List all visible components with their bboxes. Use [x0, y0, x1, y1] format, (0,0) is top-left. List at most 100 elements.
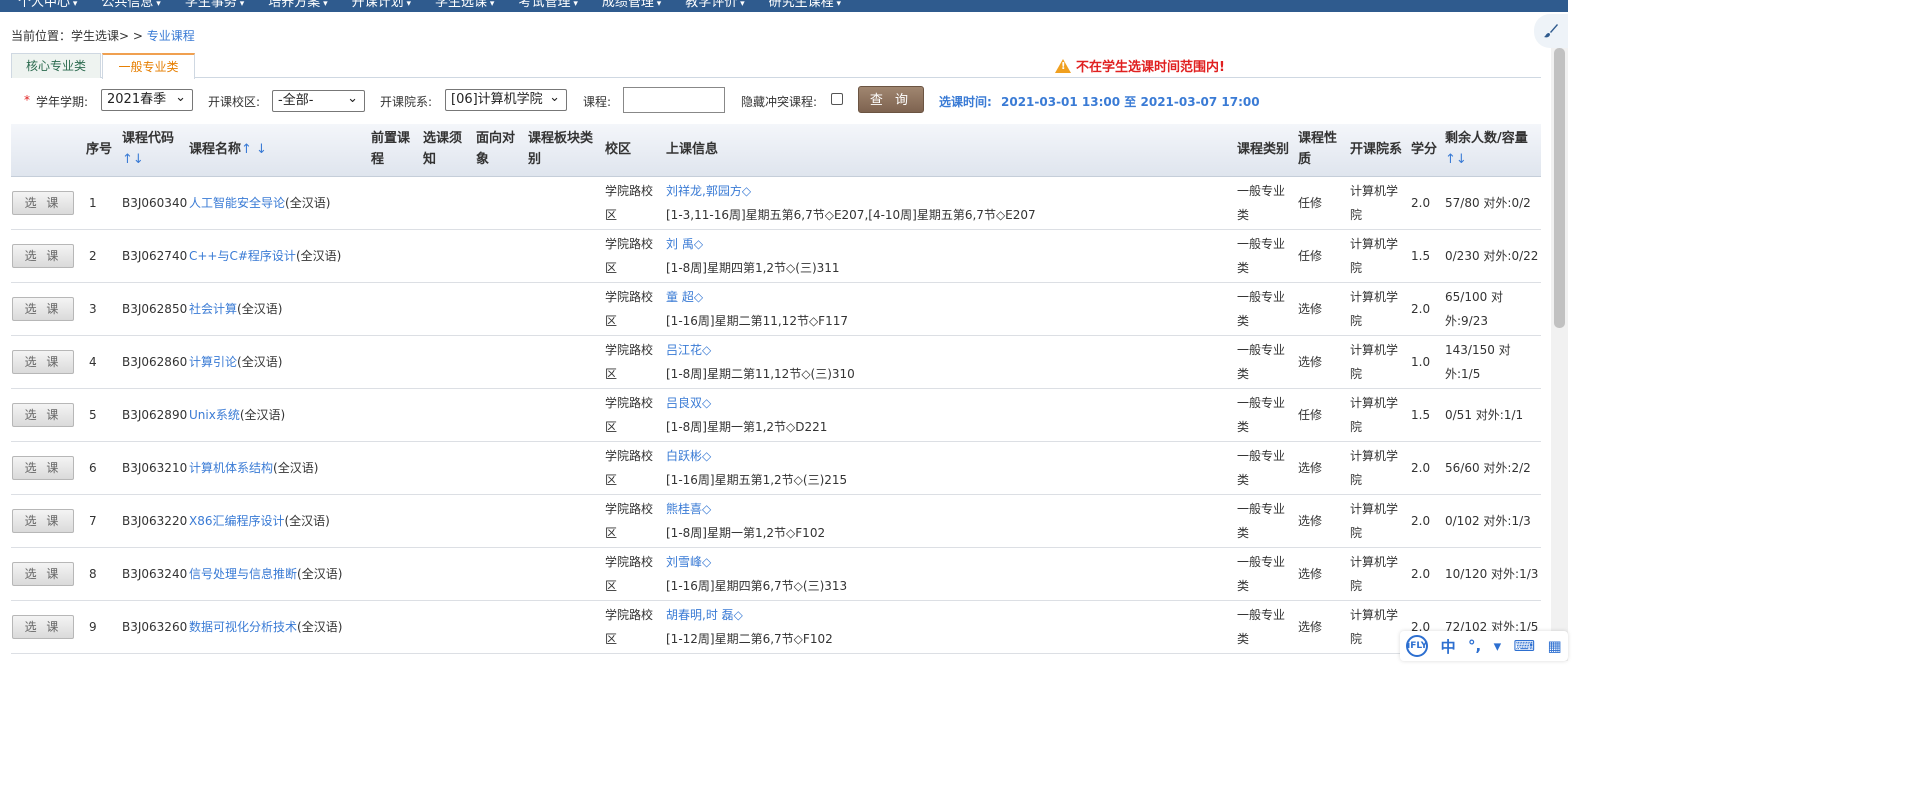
nav-item-exam[interactable]: 考试管理	[518, 0, 577, 10]
select-course-button[interactable]: 选 课	[12, 191, 74, 215]
cell-index: 3	[89, 302, 97, 316]
dept-select[interactable]: [06]计算机学院	[445, 88, 567, 111]
nav-item-student-affairs[interactable]: 学生事务	[185, 0, 244, 10]
course-language: (全汉语)	[284, 514, 330, 528]
tab-general-major[interactable]: 一般专业类	[102, 53, 195, 79]
hide-conflict-checkbox[interactable]	[831, 93, 843, 105]
select-course-button[interactable]: 选 课	[12, 350, 74, 374]
cell-course-code: B3J062740	[122, 249, 188, 263]
course-language: (全汉语)	[297, 567, 343, 581]
course-name-link[interactable]: X86汇编程序设计	[189, 514, 285, 528]
teacher-link[interactable]: 刘祥龙,郭园方◇	[666, 179, 1036, 203]
campus-line1: 学院路校	[605, 555, 654, 569]
cell-credit: 2.0	[1411, 196, 1431, 210]
course-name-link[interactable]: 计算机体系结构	[189, 461, 273, 475]
nav-item-training-plan[interactable]: 培养方案	[268, 0, 327, 10]
nav-item-personal[interactable]: 个人中心	[18, 0, 77, 10]
nav-item-course-plan[interactable]: 开课计划	[352, 0, 411, 10]
microphone-icon[interactable]: ▾	[1494, 637, 1502, 655]
course-name-link[interactable]: 信号处理与信息推断	[189, 567, 297, 581]
apps-grid-icon[interactable]: ▦	[1548, 637, 1562, 655]
select-course-button[interactable]: 选 课	[12, 509, 74, 533]
tab-core-major[interactable]: 核心专业类	[11, 53, 101, 78]
nav-item-grades[interactable]: 成绩管理	[602, 0, 661, 10]
campus-select[interactable]: -全部-	[272, 89, 365, 112]
dept-line1: 计算机学	[1350, 290, 1399, 304]
scrollbar[interactable]	[1551, 48, 1568, 661]
course-name-link[interactable]: 人工智能安全导论	[189, 196, 285, 210]
course-name-link[interactable]: 计算引论	[189, 355, 237, 369]
th-category: 课程类别	[1237, 142, 1290, 157]
select-course-button[interactable]: 选 课	[12, 456, 74, 480]
teacher-link[interactable]: 熊桂喜◇	[666, 497, 825, 521]
select-course-button[interactable]: 选 课	[12, 403, 74, 427]
campus-line2: 区	[605, 632, 618, 646]
th-code-label: 课程代码	[122, 131, 175, 146]
campus-line2: 区	[605, 208, 618, 222]
teacher-link[interactable]: 刘雪峰◇	[666, 550, 847, 574]
th-target-line2: 象	[476, 152, 490, 167]
campus-line2: 区	[605, 420, 618, 434]
hide-conflict-label: 隐藏冲突课程:	[741, 95, 818, 109]
nav-item-graduate[interactable]: 研究生课程	[769, 0, 841, 10]
category-line1: 一般专业	[1237, 449, 1286, 463]
select-course-button[interactable]: 选 课	[12, 244, 74, 268]
sort-icon[interactable]: ↑↓	[122, 149, 174, 170]
cell-schedule: 胡春明,时 磊◇ [1-12周]星期二第6,7节◇F102	[666, 603, 833, 651]
dept-line2: 院	[1350, 473, 1363, 487]
scrollbar-thumb[interactable]	[1554, 48, 1565, 328]
sort-icon[interactable]: ↑ ↓	[241, 142, 267, 157]
course-table: 序号 课程代码 ↑↓ 课程名称↑ ↓ 前置课 程 选课须 知 面向对 象 课程板…	[11, 124, 1541, 654]
cell-credit: 1.5	[1411, 408, 1431, 422]
cell-index: 2	[89, 249, 97, 263]
cell-dept: 计算机学院	[1350, 550, 1398, 598]
term-select[interactable]: 2021春季	[101, 88, 193, 111]
teacher-link[interactable]: 吕江花◇	[666, 338, 855, 362]
time-label: 选课时间:	[939, 95, 992, 109]
table-row: 选 课 7 B3J063220 X86汇编程序设计(全汉语) 学院路校区熊桂喜◇ [1-8…	[11, 495, 1541, 548]
course-language: (全汉语)	[297, 620, 343, 634]
teacher-link[interactable]: 白跃彬◇	[666, 444, 847, 468]
course-name-link[interactable]: 社会计算	[189, 302, 237, 316]
brush-tool-button[interactable]	[1534, 14, 1568, 48]
sort-icon[interactable]: ↑↓	[1445, 149, 1528, 170]
ime-brand-icon[interactable]: iFLY	[1406, 635, 1429, 657]
schedule-text: [1-16周]星期二第11,12节◇F117	[666, 314, 848, 328]
teacher-link[interactable]: 刘 禹◇	[666, 232, 840, 256]
course-name-link[interactable]: C++与C#程序设计	[189, 249, 296, 263]
select-course-button[interactable]: 选 课	[12, 562, 74, 586]
th-nature-line2: 质	[1298, 152, 1312, 167]
dept-line2: 院	[1350, 526, 1363, 540]
ime-toolbar: iFLY 中 °, ▾ ⌨ ▦	[1400, 631, 1568, 661]
select-course-button[interactable]: 选 课	[12, 615, 74, 639]
keyboard-icon[interactable]: ⌨	[1514, 637, 1536, 655]
breadcrumb-current[interactable]: 专业课程	[147, 29, 195, 43]
th-name[interactable]: 课程名称↑ ↓	[189, 139, 267, 160]
cell-category: 一般专业类	[1237, 550, 1285, 598]
course-name-link[interactable]: Unix系统	[189, 408, 240, 422]
query-button[interactable]: 查 询	[858, 86, 924, 113]
nav-item-evaluation[interactable]: 教学评价	[685, 0, 744, 10]
course-language: (全汉语)	[295, 249, 342, 263]
nav-item-public[interactable]: 公共信息	[101, 0, 160, 10]
ime-mode-toggle[interactable]: 中	[1441, 636, 1456, 657]
cell-nature: 选修	[1298, 355, 1323, 369]
category-line1: 一般专业	[1237, 343, 1286, 357]
category-line1: 一般专业	[1237, 237, 1286, 251]
th-remain[interactable]: 剩余人数/容量 ↑↓	[1445, 128, 1528, 170]
th-block-line2: 别	[528, 152, 542, 167]
course-input[interactable]	[623, 87, 725, 113]
course-name-link[interactable]: 数据可视化分析技术	[189, 620, 297, 634]
teacher-link[interactable]: 胡春明,时 磊◇	[666, 603, 833, 627]
cell-remaining: 0/51 对外:1/1	[1445, 403, 1541, 427]
cell-course-name: C++与C#程序设计(全汉语)	[189, 244, 341, 268]
cell-campus: 学院路校区	[605, 444, 653, 492]
th-code[interactable]: 课程代码 ↑↓	[122, 128, 174, 170]
select-course-button[interactable]: 选 课	[12, 297, 74, 321]
course-language: (全汉语)	[237, 355, 283, 369]
cell-index: 8	[89, 567, 97, 581]
teacher-link[interactable]: 童 超◇	[666, 285, 848, 309]
teacher-link[interactable]: 吕良双◇	[666, 391, 827, 415]
punctuation-icon[interactable]: °,	[1468, 637, 1481, 655]
nav-item-course-selection[interactable]: 学生选课	[435, 0, 494, 10]
